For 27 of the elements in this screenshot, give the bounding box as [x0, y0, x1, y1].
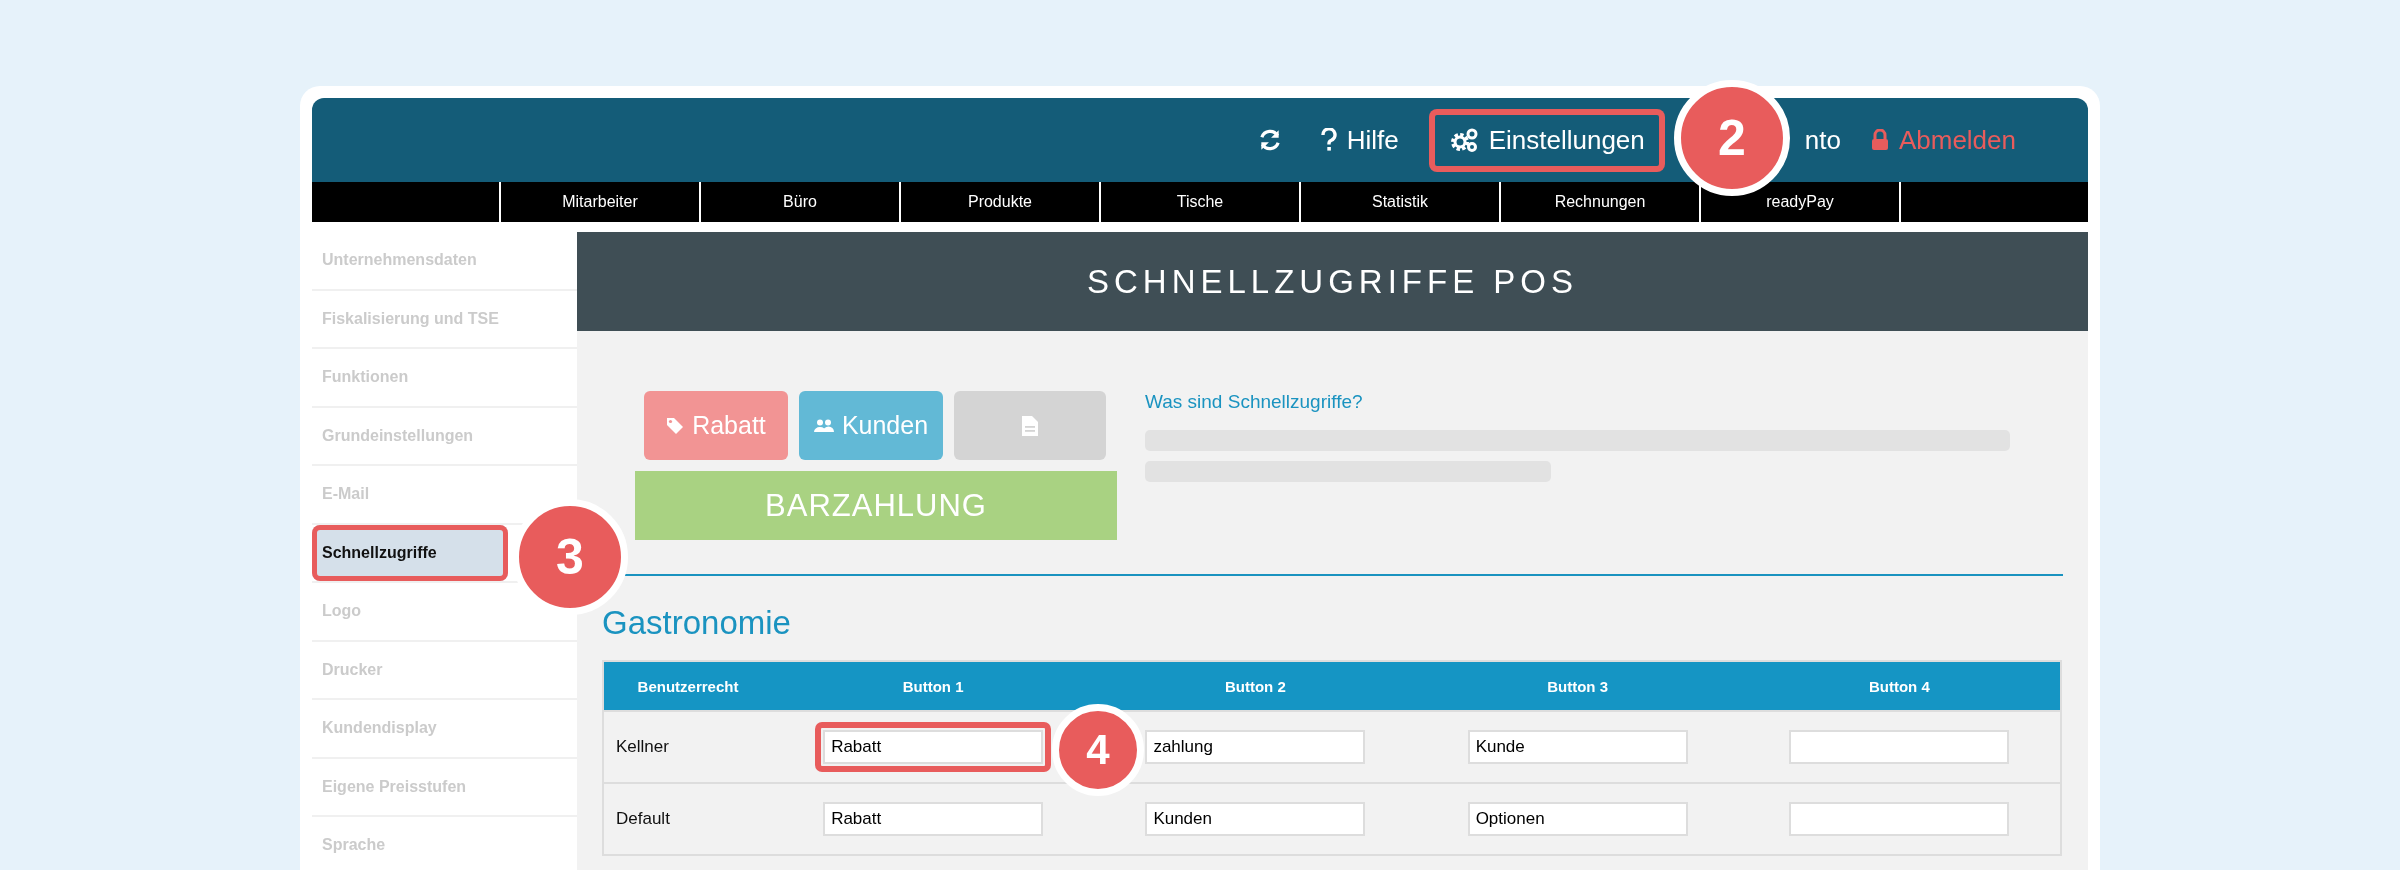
column-header: Benutzerrecht — [603, 661, 772, 711]
column-header: Button 4 — [1738, 661, 2061, 711]
gears-icon — [1448, 127, 1479, 153]
input-field[interactable]: Optionen — [1467, 802, 1688, 836]
help-link[interactable]: Hilfe — [1320, 124, 1399, 156]
input-field[interactable]: Kunde — [1467, 730, 1688, 764]
input-field[interactable]: Rabatt — [823, 730, 1044, 764]
input-field[interactable]: Rabatt — [823, 802, 1044, 836]
table-cell: Kellner — [603, 711, 772, 783]
lock-icon — [1870, 129, 1889, 151]
column-header: Button 3 — [1416, 661, 1739, 711]
tag-icon — [666, 416, 685, 435]
document-button[interactable] — [954, 391, 1106, 460]
people-icon — [813, 418, 834, 433]
page-title: SCHNELLZUGRIFFE POS — [577, 232, 2088, 331]
input-field[interactable] — [1789, 802, 2010, 836]
input-field[interactable]: Kunden — [1145, 802, 1366, 836]
column-header: Button 2 — [1094, 661, 1417, 711]
input-field[interactable] — [1789, 730, 2010, 764]
column-header: Button 1 — [772, 661, 1095, 711]
input-field[interactable]: zahlung — [1145, 730, 1366, 764]
account-link[interactable]: nto — [1804, 124, 1841, 156]
settings-link[interactable]: Einstellungen — [1428, 108, 1665, 172]
document-icon — [1022, 415, 1038, 436]
sidebar-item[interactable]: Schnellzugriffe — [312, 524, 508, 581]
help-icon — [1320, 128, 1337, 152]
table-cell: Default — [603, 783, 772, 855]
